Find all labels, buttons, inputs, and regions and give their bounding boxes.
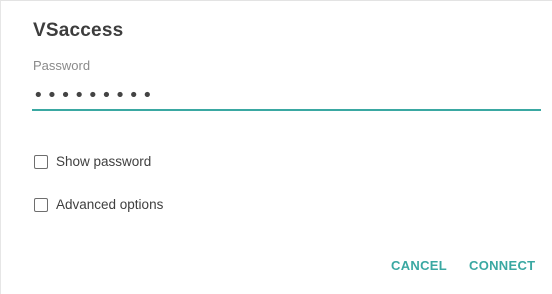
cancel-button[interactable]: CANCEL [391,258,447,273]
network-name-title: VSaccess [33,20,124,41]
wifi-connect-dialog: VSaccess Password Show password Advanced… [0,0,552,294]
show-password-checkbox[interactable] [34,154,48,169]
advanced-options-label: Advanced options [56,197,164,212]
password-label: Password [33,58,91,73]
advanced-options-checkbox[interactable] [34,197,48,212]
show-password-option[interactable]: Show password [34,154,151,169]
connect-button[interactable]: CONNECT [469,258,535,273]
advanced-options-option[interactable]: Advanced options [34,197,163,212]
password-input[interactable] [32,81,541,111]
show-password-label: Show password [56,154,152,169]
